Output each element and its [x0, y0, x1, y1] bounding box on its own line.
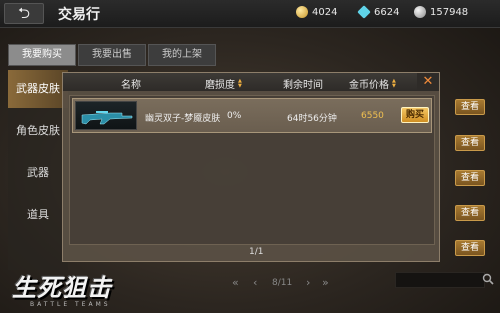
silver-coin-balance: 157948 [414, 6, 468, 18]
listing-popup: 名称 磨损度 ▲▼ 剩余时间 金币价格 ▲▼ ✕ 幽灵双子-梦魇皮肤 0% [62, 72, 440, 262]
search-input[interactable] [395, 272, 485, 288]
table-row[interactable]: 幽灵双子-梦魇皮肤 0% 64时56分钟 6550 购买 [72, 98, 432, 133]
tab-buy[interactable]: 我要购买 [8, 44, 76, 66]
game-logo: 生死狙击 BATTLE TEAMS [12, 268, 112, 308]
column-wear[interactable]: 磨损度 ▲ ▼ [205, 76, 242, 91]
page-indicator: 8/11 [272, 278, 293, 288]
column-time-left-label: 剩余时间 [283, 80, 323, 91]
back-button[interactable]: ⮌ [4, 3, 44, 24]
category-sidebar: 武器皮肤 角色皮肤 武器 道具 [8, 70, 68, 270]
silver-coin-icon [414, 6, 426, 18]
top-bar: ⮌ 交易行 4024 6624 157948 [0, 0, 500, 28]
back-arrow-icon: ⮌ [17, 4, 30, 22]
sidebar-item-items[interactable]: 道具 [8, 196, 68, 234]
page-title: 交易行 [58, 7, 100, 23]
search-icon[interactable] [482, 273, 494, 285]
prev-page-button[interactable]: ‹ [253, 276, 257, 289]
sort-icon: ▲ ▼ [238, 77, 242, 89]
coin-icon [296, 6, 308, 18]
last-page-button[interactable]: » [322, 276, 329, 289]
item-wear: 0% [227, 111, 242, 121]
buy-button[interactable]: 购买 [401, 107, 429, 123]
sidebar-item-weapons[interactable]: 武器 [8, 154, 68, 192]
column-price[interactable]: 金币价格 ▲ ▼ [349, 76, 396, 91]
sort-icon: ▲ ▼ [392, 77, 396, 89]
logo-title: 生死狙击 [12, 274, 112, 302]
popup-page-indicator: 1/1 [249, 247, 264, 257]
gold-coin-value: 4024 [312, 6, 338, 18]
diamond-value: 6624 [374, 6, 400, 18]
weapon-thumbnail [75, 101, 137, 130]
view-button[interactable]: 查看 [455, 240, 485, 256]
listing-table: 幽灵双子-梦魇皮肤 0% 64时56分钟 6550 购买 [69, 95, 435, 245]
view-button[interactable]: 查看 [455, 170, 485, 186]
gold-coin-balance: 4024 [296, 6, 337, 18]
first-page-button[interactable]: « [232, 276, 239, 289]
diamond-icon [357, 5, 371, 19]
column-name-label: 名称 [121, 80, 141, 91]
tab-sell[interactable]: 我要出售 [78, 44, 146, 66]
sidebar-item-weapon-skins[interactable]: 武器皮肤 [8, 70, 68, 108]
item-price: 6550 [361, 111, 384, 121]
diamond-balance: 6624 [357, 5, 400, 19]
view-button[interactable]: 查看 [455, 135, 485, 151]
close-button[interactable]: ✕ [417, 73, 439, 91]
rifle-icon [81, 111, 133, 125]
sidebar-item-character-skins[interactable]: 角色皮肤 [8, 112, 68, 150]
view-button[interactable]: 查看 [455, 205, 485, 221]
close-icon: ✕ [422, 74, 434, 89]
view-button[interactable]: 查看 [455, 99, 485, 115]
tab-my-listings[interactable]: 我的上架 [148, 44, 216, 66]
silver-coin-value: 157948 [430, 6, 469, 18]
column-name: 名称 [121, 76, 141, 91]
column-price-label: 金币价格 [349, 80, 389, 91]
next-page-button[interactable]: › [306, 276, 310, 289]
column-time-left: 剩余时间 [283, 76, 323, 91]
popup-table-header: 名称 磨损度 ▲ ▼ 剩余时间 金币价格 ▲ ▼ ✕ [63, 73, 439, 91]
item-name: 幽灵双子-梦魇皮肤 [145, 114, 221, 124]
column-wear-label: 磨损度 [205, 80, 235, 91]
item-time-left: 64时56分钟 [287, 114, 337, 124]
